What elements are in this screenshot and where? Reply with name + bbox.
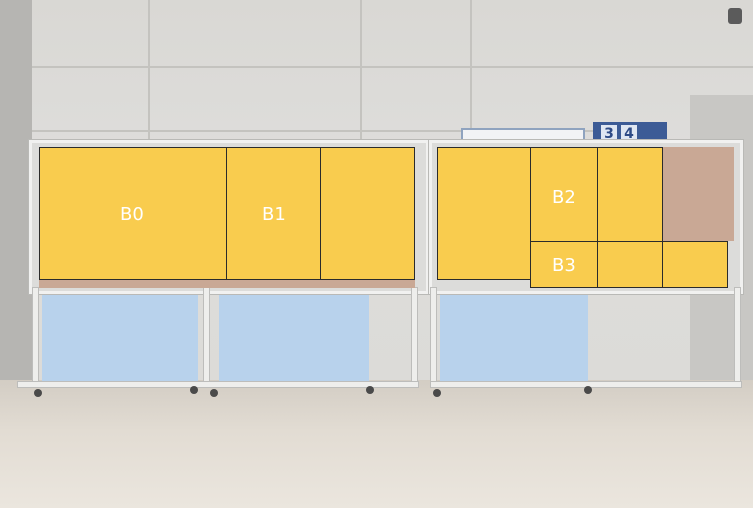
board-lower-panel — [219, 295, 369, 383]
wall-seam — [470, 0, 472, 130]
block-label: B2 — [552, 187, 576, 208]
wheel-icon — [210, 389, 218, 397]
ad-block[interactable] — [597, 147, 663, 242]
wall-pillar — [0, 0, 32, 390]
wheel-icon — [34, 389, 42, 397]
ad-block[interactable] — [597, 241, 663, 288]
wheel-icon — [366, 386, 374, 394]
board-leg — [33, 288, 38, 386]
station-scene: 3 4 B0 B1 B2 B3 — [0, 0, 753, 508]
board-leg — [735, 288, 740, 386]
ad-block-b0[interactable]: B0 — [39, 147, 227, 280]
wall-seam — [148, 0, 150, 140]
ad-block-b3[interactable]: B3 — [530, 241, 598, 288]
block-label: B0 — [120, 204, 144, 225]
ad-block[interactable] — [437, 147, 531, 280]
board-empty-strip — [39, 279, 415, 288]
camera-icon — [728, 8, 742, 24]
board-empty-area — [662, 147, 734, 241]
board-leg — [431, 288, 436, 386]
block-label: B1 — [262, 204, 286, 225]
wheel-icon — [584, 386, 592, 394]
board-leg — [204, 288, 209, 386]
board-base — [18, 382, 418, 387]
wall-seam — [360, 0, 362, 140]
ad-block-b2[interactable]: B2 — [530, 147, 598, 242]
wheel-icon — [433, 389, 441, 397]
board-lower-panel — [42, 295, 198, 383]
ad-block[interactable] — [320, 147, 415, 280]
wall-seam — [0, 66, 753, 68]
ad-block-b1[interactable]: B1 — [226, 147, 321, 280]
board-lower-panel — [440, 295, 588, 383]
floor — [0, 380, 753, 508]
ad-block[interactable] — [662, 241, 728, 288]
wheel-icon — [190, 386, 198, 394]
board-leg — [412, 288, 417, 386]
block-label: B3 — [552, 255, 576, 276]
